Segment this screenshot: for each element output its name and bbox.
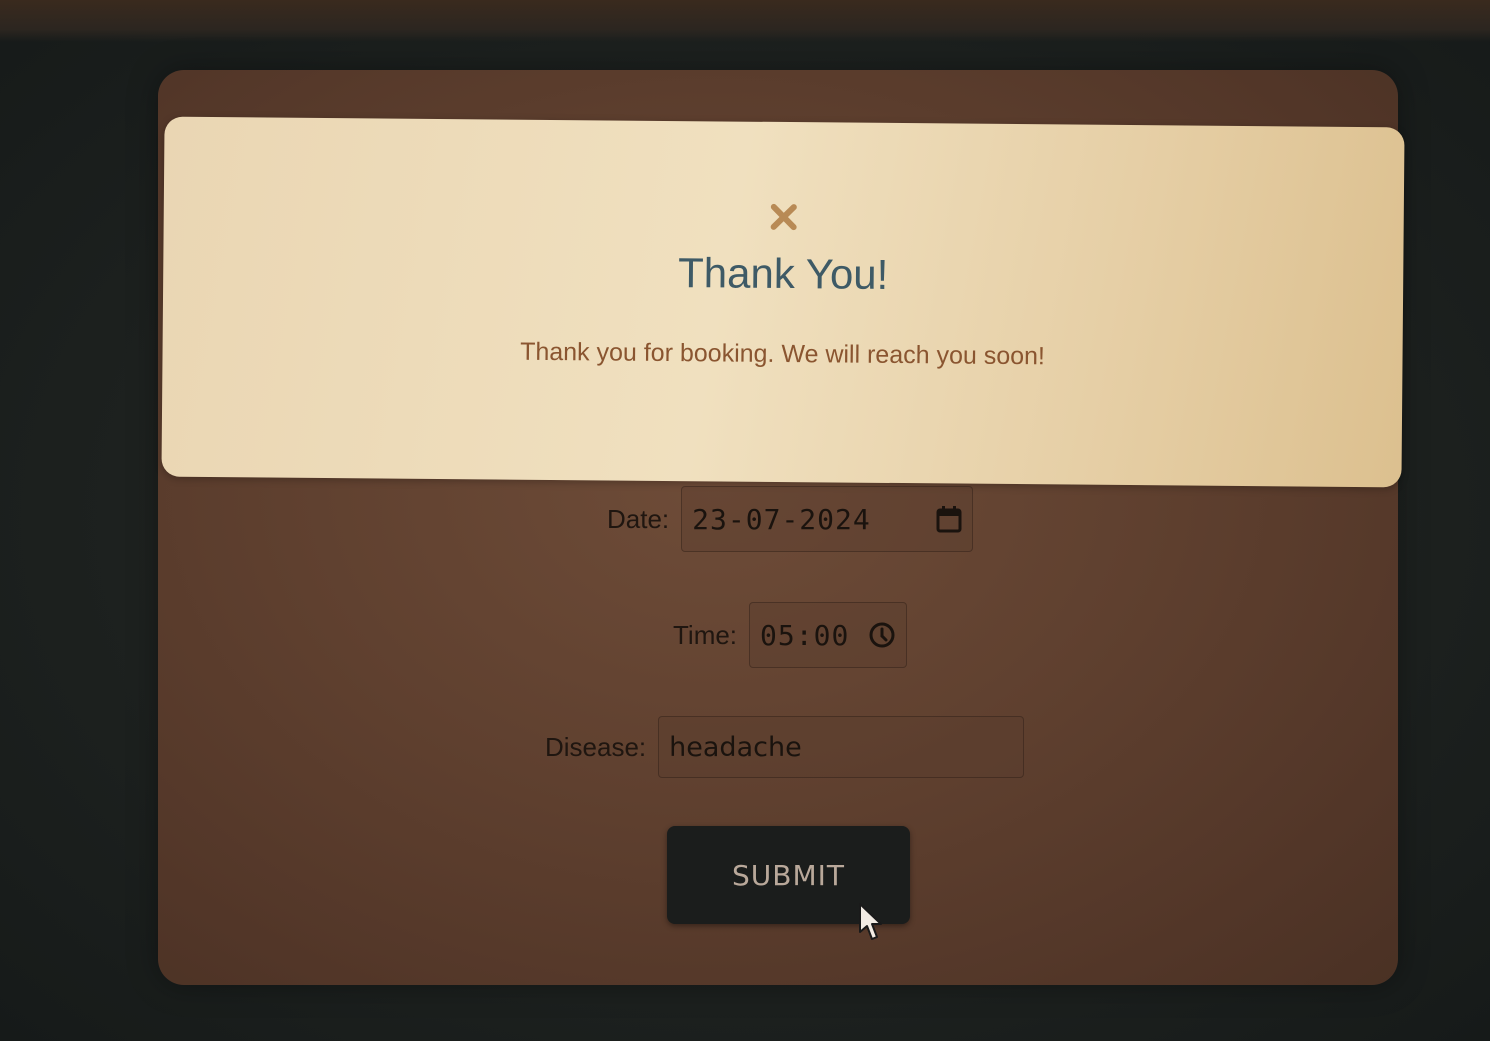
modal-message: Thank you for booking. We will reach you… [520, 337, 1046, 371]
browser-top-strip [0, 0, 1490, 42]
time-field[interactable]: 05:00 [749, 602, 908, 668]
date-field[interactable]: 23-07-2024 [681, 486, 974, 552]
date-value: 23-07-2024 [692, 502, 871, 536]
modal-title: Thank You! [677, 249, 889, 298]
calendar-icon[interactable] [936, 505, 962, 533]
disease-label: Disease: [545, 731, 647, 762]
time-value: 05:00 [760, 618, 850, 652]
submit-button[interactable]: SUBMIT [667, 826, 910, 924]
date-row: Date: 23-07-2024 [607, 486, 974, 552]
disease-row: Disease: [545, 716, 1025, 778]
clock-icon[interactable] [868, 621, 896, 649]
disease-field[interactable] [658, 716, 1025, 778]
time-row: Time: 05:00 [673, 602, 908, 668]
close-icon[interactable] [767, 200, 801, 234]
thank-you-modal: Thank You! Thank you for booking. We wil… [161, 116, 1405, 488]
disease-input[interactable] [669, 731, 1014, 763]
date-label: Date: [607, 503, 670, 534]
time-label: Time: [673, 619, 738, 650]
